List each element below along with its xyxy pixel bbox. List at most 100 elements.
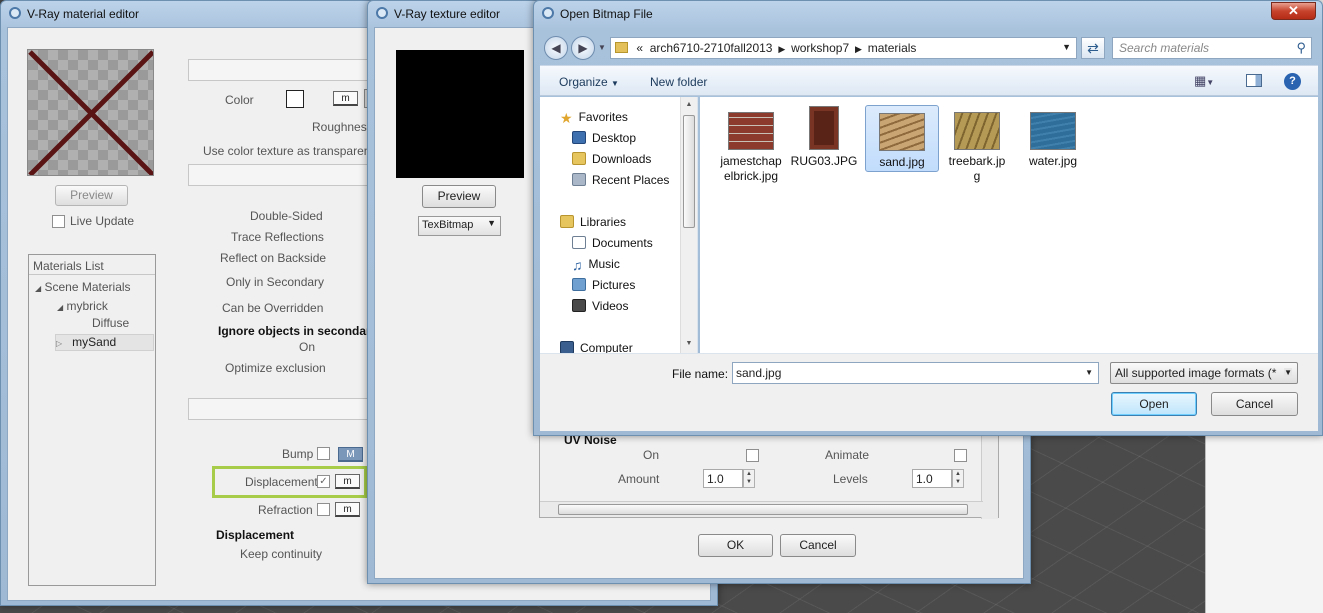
- texture-type-value: TexBitmap: [422, 219, 474, 231]
- breadcrumb-item[interactable]: arch6710-2710fall2013: [650, 41, 773, 55]
- file-item[interactable]: treebark.jp g: [940, 112, 1014, 184]
- help-icon[interactable]: ?: [1284, 73, 1301, 90]
- file-type-value: All supported image formats (*: [1115, 366, 1277, 380]
- animate-checkbox[interactable]: [954, 449, 967, 462]
- texture-ok-button[interactable]: OK: [698, 534, 773, 557]
- material-editor-title: V-Ray material editor: [27, 7, 140, 21]
- option-label: Can be Overridden: [222, 301, 324, 315]
- amount-input[interactable]: 1.0: [703, 469, 743, 488]
- chevron-down-icon[interactable]: ▼: [1085, 368, 1093, 377]
- breadcrumb-item[interactable]: materials: [868, 41, 917, 55]
- file-item[interactable]: water.jpg: [1016, 112, 1090, 169]
- nav-music[interactable]: ♫ Music: [572, 257, 620, 277]
- breadcrumb-prefix[interactable]: «: [636, 41, 643, 55]
- nav-desktop[interactable]: Desktop: [572, 131, 636, 151]
- search-placeholder: Search materials: [1119, 41, 1210, 55]
- materials-list-item-selected[interactable]: ▷ mySand: [55, 334, 154, 351]
- amount-spinner[interactable]: ▲ ▼: [743, 469, 755, 488]
- desktop-icon: [572, 131, 586, 144]
- nav-computer[interactable]: Computer: [560, 341, 633, 353]
- file-item[interactable]: RUG03.JPG: [787, 106, 861, 169]
- live-update-checkbox[interactable]: [52, 215, 65, 228]
- materials-list-item[interactable]: Diffuse: [92, 316, 129, 330]
- bump-map-button[interactable]: M: [338, 447, 363, 462]
- image-thumbnail: [728, 112, 774, 150]
- file-name-value: sand.jpg: [736, 366, 782, 380]
- nav-videos[interactable]: Videos: [572, 299, 628, 319]
- refraction-checkbox[interactable]: [317, 503, 330, 516]
- texture-preview-button[interactable]: Preview: [422, 185, 496, 208]
- texture-cancel-button[interactable]: Cancel: [780, 534, 856, 557]
- scrollbar-thumb[interactable]: [683, 115, 695, 228]
- image-thumbnail: [1030, 112, 1076, 150]
- preview-pane-icon[interactable]: [1246, 74, 1262, 87]
- image-thumbnail: [879, 113, 925, 151]
- nav-pictures[interactable]: Pictures: [572, 278, 635, 298]
- nav-recent-places[interactable]: Recent Places: [572, 173, 669, 193]
- libraries-icon: [560, 215, 574, 228]
- file-item-selected[interactable]: sand.jpg: [865, 105, 939, 172]
- nav-favorites[interactable]: ★ Favorites: [560, 110, 628, 130]
- search-input[interactable]: Search materials ⚲: [1112, 37, 1312, 59]
- nav-documents[interactable]: Documents: [572, 236, 653, 256]
- nav-libraries[interactable]: Libraries: [560, 215, 626, 235]
- new-folder-button[interactable]: New folder: [650, 75, 707, 89]
- breadcrumb-separator: ▶: [775, 44, 788, 54]
- displacement-checkbox[interactable]: ✓: [317, 475, 330, 488]
- option-label: Trace Reflections: [231, 230, 324, 244]
- color-texture-transparency-label: Use color texture as transparency: [203, 144, 383, 158]
- materials-list-header: Materials List: [29, 255, 155, 275]
- chevron-down-icon[interactable]: ▼: [1062, 42, 1071, 52]
- animate-label: Animate: [825, 448, 870, 462]
- forward-button[interactable]: ▶: [571, 36, 595, 60]
- materials-list-item[interactable]: ◢ Scene Materials: [35, 280, 131, 294]
- displacement-map-button[interactable]: m: [335, 474, 360, 489]
- bump-checkbox[interactable]: [317, 447, 330, 460]
- open-bitmap-titlebar[interactable]: Open Bitmap File: [534, 1, 1322, 27]
- nav-scrollbar[interactable]: ▲ ▼: [680, 97, 697, 353]
- materials-list-panel: Materials List ◢ Scene Materials ◢ mybri…: [28, 254, 156, 586]
- file-list-pane: jamestchap elbrick.jpg RUG03.JPG sand.jp…: [700, 97, 1318, 353]
- file-item[interactable]: jamestchap elbrick.jpg: [714, 112, 788, 184]
- color-label: Color: [225, 93, 254, 107]
- close-icon[interactable]: ✕: [1271, 2, 1316, 20]
- open-button[interactable]: Open: [1111, 392, 1197, 416]
- scroll-down-icon[interactable]: ▼: [681, 340, 697, 347]
- refraction-label: Refraction: [258, 503, 313, 517]
- view-options-icon[interactable]: ▦▼: [1194, 73, 1214, 89]
- file-type-select[interactable]: All supported image formats (* ▼: [1110, 362, 1298, 384]
- texture-preview: [396, 50, 524, 178]
- color-map-button[interactable]: m: [333, 91, 358, 106]
- material-preview-button[interactable]: Preview: [55, 185, 128, 206]
- scrollbar-thumb[interactable]: [558, 504, 968, 515]
- horizontal-scrollbar[interactable]: [540, 501, 983, 517]
- uv-noise-on-checkbox[interactable]: [746, 449, 759, 462]
- color-swatch[interactable]: [286, 90, 304, 108]
- material-preview-swatch: [27, 49, 154, 176]
- displacement-label: Displacement: [245, 475, 318, 489]
- refraction-map-button[interactable]: m: [335, 502, 360, 517]
- vertical-scrollbar[interactable]: [981, 434, 998, 519]
- scroll-up-icon[interactable]: ▲: [681, 101, 697, 108]
- navigation-pane: ★ Favorites Desktop Downloads Recent Plac…: [540, 97, 698, 353]
- levels-input[interactable]: 1.0: [912, 469, 952, 488]
- amount-label: Amount: [618, 472, 660, 486]
- recent-places-icon: [572, 173, 586, 186]
- materials-list-item[interactable]: ◢ mybrick: [57, 299, 108, 313]
- cancel-button[interactable]: Cancel: [1211, 392, 1298, 416]
- videos-icon: [572, 299, 586, 312]
- maps-rollout: [188, 398, 378, 420]
- levels-spinner[interactable]: ▲ ▼: [952, 469, 964, 488]
- organize-menu[interactable]: Organize ▼: [559, 75, 619, 89]
- breadcrumb-item[interactable]: workshop7: [791, 41, 849, 55]
- back-button[interactable]: ◀: [544, 36, 568, 60]
- invalid-preview-icon: [28, 50, 153, 175]
- ignore-on-label: On: [299, 340, 316, 354]
- nav-downloads[interactable]: Downloads: [572, 152, 651, 172]
- history-dropdown-icon[interactable]: ▼: [598, 43, 606, 52]
- texture-type-select[interactable]: TexBitmap ▼: [418, 216, 501, 236]
- file-name-input[interactable]: sand.jpg ▼: [732, 362, 1099, 384]
- address-bar[interactable]: « arch6710-2710fall2013 ▶ workshop7 ▶ ma…: [610, 37, 1077, 59]
- refresh-button[interactable]: ⇄: [1081, 37, 1105, 59]
- dialog-bottom: File name: sand.jpg ▼ All supported imag…: [540, 353, 1318, 431]
